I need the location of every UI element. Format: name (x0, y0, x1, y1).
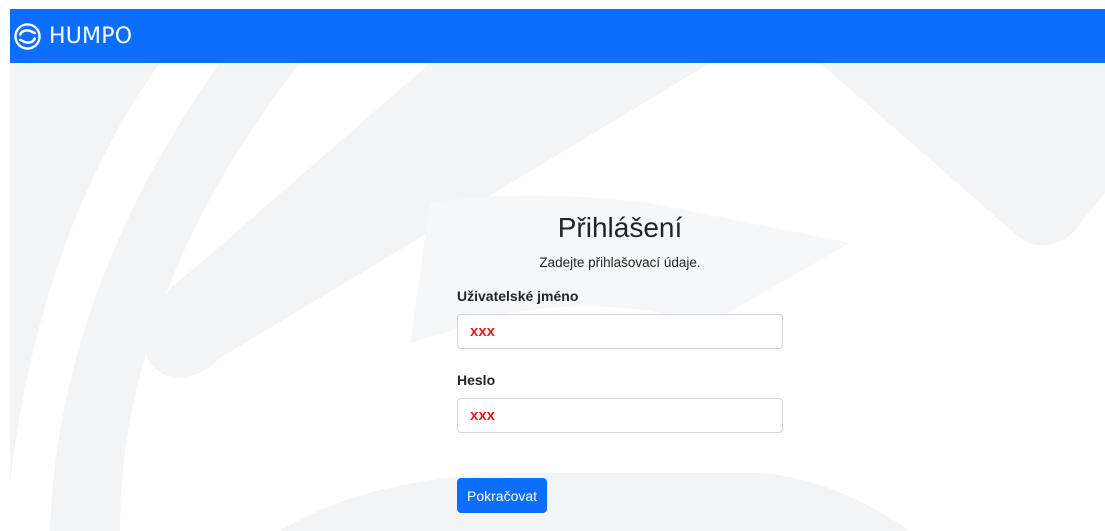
brand-link[interactable]: HUMPO (14, 22, 133, 50)
username-input[interactable] (457, 314, 783, 349)
login-form: Přihlášení Zadejte přihlašovací údaje. U… (457, 211, 783, 513)
navbar: HUMPO (10, 9, 1105, 63)
continue-button[interactable]: Pokračovat (457, 478, 548, 513)
password-label: Heslo (457, 372, 496, 388)
brand-name: HUMPO (49, 23, 133, 49)
login-title: Přihlášení (557, 212, 683, 243)
humpo-logo-icon (14, 22, 41, 50)
top-strip (0, 0, 1105, 8)
username-label: Uživatelské jméno (457, 288, 579, 304)
login-subtitle: Zadejte přihlašovací údaje. (539, 255, 701, 270)
password-input[interactable] (457, 398, 783, 433)
main-content: Přihlášení Zadejte přihlašovací údaje. U… (0, 63, 1105, 531)
